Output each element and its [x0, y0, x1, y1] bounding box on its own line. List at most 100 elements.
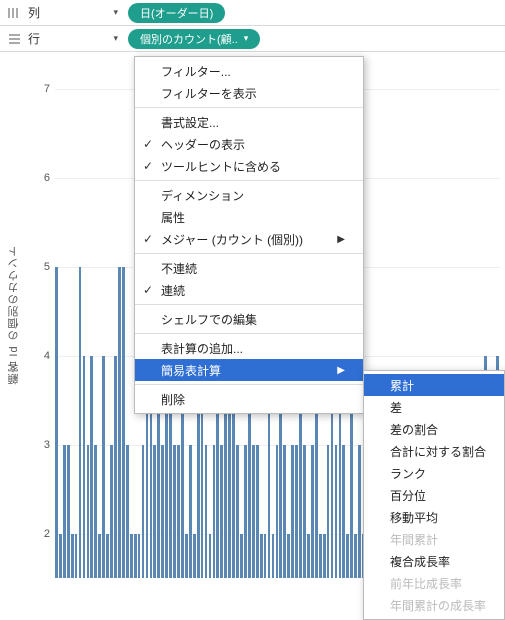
columns-icon	[8, 7, 22, 19]
bar[interactable]	[358, 445, 361, 578]
bar[interactable]	[213, 445, 216, 578]
bar[interactable]	[276, 445, 279, 578]
menu-show-header[interactable]: ✓ヘッダーの表示	[135, 133, 363, 155]
menu-separator	[135, 107, 363, 108]
menu-measure[interactable]: ✓メジャー (カウント (個別))▶	[135, 228, 363, 250]
bar[interactable]	[134, 534, 137, 578]
menu-format[interactable]: 書式設定...	[135, 111, 363, 133]
menu-discrete[interactable]: 不連続	[135, 257, 363, 279]
bar[interactable]	[272, 534, 275, 578]
bar[interactable]	[173, 445, 176, 578]
rows-pill[interactable]: 個別のカウント(顧.. ▾	[128, 29, 260, 49]
bar[interactable]	[307, 534, 310, 578]
menu-show-filter[interactable]: フィルターを表示	[135, 82, 363, 104]
bar[interactable]	[220, 445, 223, 578]
bar[interactable]	[59, 534, 62, 578]
bar[interactable]	[55, 267, 58, 578]
menu-edit-shelf[interactable]: シェルフでの編集	[135, 308, 363, 330]
bar[interactable]	[71, 534, 74, 578]
y-tick-label: 2	[44, 528, 50, 540]
pill-label: 日(オーダー日)	[140, 5, 213, 21]
bar[interactable]	[94, 445, 97, 578]
bar[interactable]	[236, 445, 239, 578]
bar[interactable]	[90, 356, 93, 578]
bar[interactable]	[114, 356, 117, 578]
bar[interactable]	[335, 445, 338, 578]
bar[interactable]	[126, 445, 129, 578]
bar[interactable]	[244, 445, 247, 578]
bar[interactable]	[354, 534, 357, 578]
bar[interactable]	[256, 445, 259, 578]
menu-separator	[135, 384, 363, 385]
bar[interactable]	[264, 534, 267, 578]
rows-label-text: 行	[28, 30, 40, 47]
bar[interactable]	[98, 534, 101, 578]
bar[interactable]	[193, 534, 196, 578]
bar[interactable]	[87, 445, 90, 578]
bar[interactable]	[79, 267, 82, 578]
bar[interactable]	[209, 534, 212, 578]
submenu-percentile[interactable]: 百分位	[364, 484, 504, 506]
submenu-rank[interactable]: ランク	[364, 462, 504, 484]
bar[interactable]	[161, 445, 164, 578]
bar[interactable]	[118, 267, 121, 578]
bar[interactable]	[102, 356, 105, 578]
bar[interactable]	[323, 534, 326, 578]
bar[interactable]	[327, 445, 330, 578]
menu-add-table-calc[interactable]: 表計算の追加...	[135, 337, 363, 359]
bar[interactable]	[177, 445, 180, 578]
bar[interactable]	[283, 445, 286, 578]
bar[interactable]	[67, 445, 70, 578]
menu-filter[interactable]: フィルター...	[135, 60, 363, 82]
bar[interactable]	[252, 445, 255, 578]
columns-pill[interactable]: 日(オーダー日)	[128, 3, 225, 23]
bar[interactable]	[303, 445, 306, 578]
bar[interactable]	[110, 445, 113, 578]
menu-quick-table-calc[interactable]: 簡易表計算▶	[135, 359, 363, 381]
bar[interactable]	[122, 267, 125, 578]
quick-table-calc-submenu: 累計 差 差の割合 合計に対する割合 ランク 百分位 移動平均 年間累計 複合成…	[363, 370, 505, 620]
bar[interactable]	[153, 445, 156, 578]
menu-separator	[135, 333, 363, 334]
bar[interactable]	[185, 534, 188, 578]
bar[interactable]	[142, 445, 145, 578]
bar[interactable]	[291, 445, 294, 578]
pill-label: 個別のカウント(顧..	[140, 31, 238, 47]
menu-tooltip[interactable]: ✓ツールヒントに含める	[135, 155, 363, 177]
y-axis-ticks: 765432	[30, 62, 50, 578]
bar[interactable]	[138, 534, 141, 578]
bar[interactable]	[240, 534, 243, 578]
bar[interactable]	[342, 445, 345, 578]
bar[interactable]	[319, 534, 322, 578]
bar[interactable]	[346, 534, 349, 578]
bar[interactable]	[287, 534, 290, 578]
bar[interactable]	[189, 445, 192, 578]
bar[interactable]	[295, 445, 298, 578]
submenu-running-total[interactable]: 累計	[364, 374, 504, 396]
y-tick-label: 7	[44, 83, 50, 95]
submenu-pct-of-total[interactable]: 合計に対する割合	[364, 440, 504, 462]
chevron-down-icon: ▾	[113, 33, 118, 44]
bar[interactable]	[311, 445, 314, 578]
bar[interactable]	[205, 445, 208, 578]
columns-shelf-label[interactable]: 列 ▾	[8, 4, 118, 21]
menu-continuous[interactable]: ✓連続	[135, 279, 363, 301]
submenu-arrow-icon: ▶	[337, 234, 345, 245]
menu-dimension[interactable]: ディメンション	[135, 184, 363, 206]
bar[interactable]	[260, 534, 263, 578]
submenu-difference[interactable]: 差	[364, 396, 504, 418]
bar[interactable]	[75, 534, 78, 578]
submenu-pct-difference[interactable]: 差の割合	[364, 418, 504, 440]
bar[interactable]	[83, 356, 86, 578]
submenu-cagr[interactable]: 複合成長率	[364, 550, 504, 572]
rows-shelf-label[interactable]: 行 ▾	[8, 30, 118, 47]
submenu-moving-avg[interactable]: 移動平均	[364, 506, 504, 528]
y-tick-label: 3	[44, 439, 50, 451]
rows-shelf: 行 ▾ 個別のカウント(顧.. ▾	[0, 26, 505, 52]
bar[interactable]	[106, 534, 109, 578]
menu-remove[interactable]: 削除	[135, 388, 363, 410]
bar[interactable]	[130, 534, 133, 578]
submenu-ytd-total: 年間累計	[364, 528, 504, 550]
bar[interactable]	[63, 445, 66, 578]
menu-attribute[interactable]: 属性	[135, 206, 363, 228]
